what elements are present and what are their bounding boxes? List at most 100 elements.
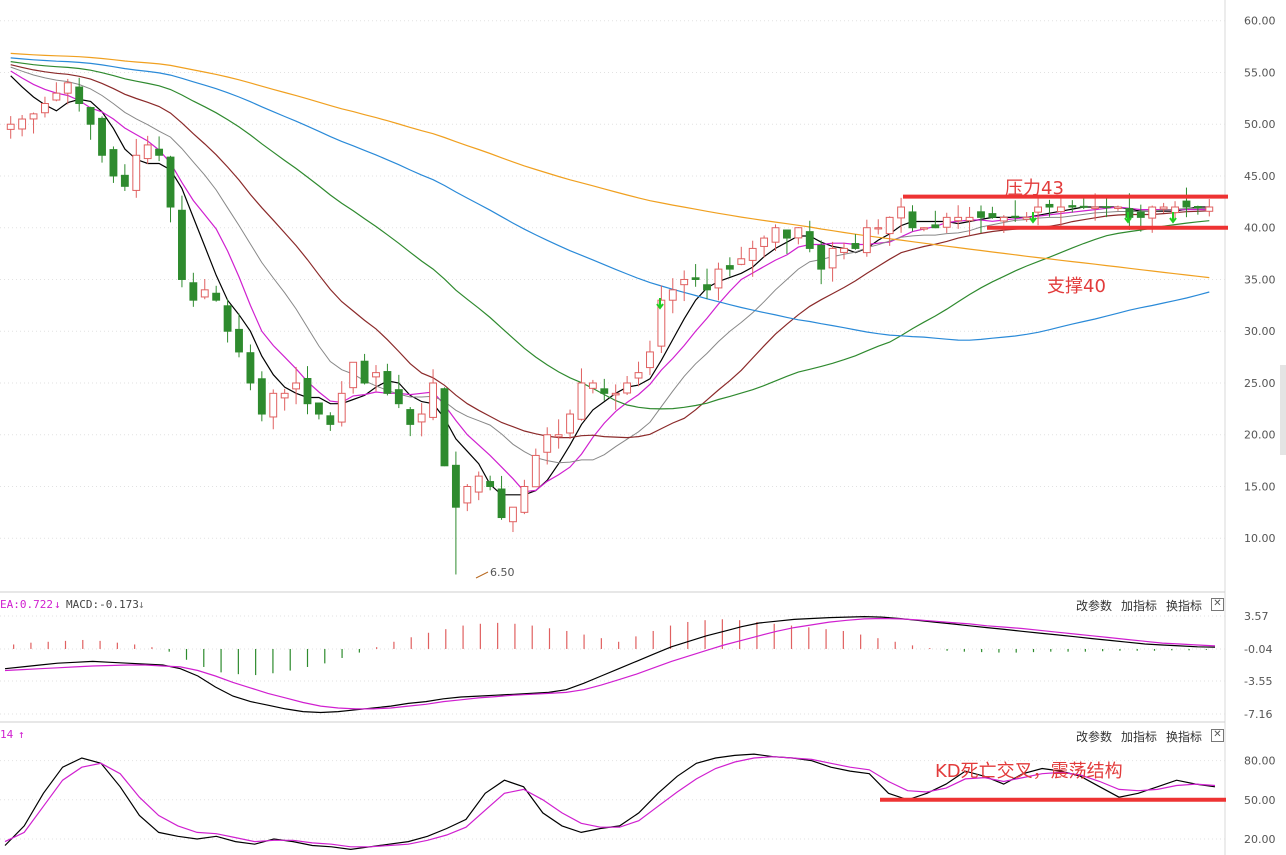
candle-body bbox=[1114, 206, 1122, 209]
candle-body bbox=[588, 382, 597, 389]
candle-body bbox=[874, 227, 883, 230]
candle-body bbox=[109, 149, 118, 177]
candle-body bbox=[509, 506, 517, 523]
candle-body bbox=[737, 258, 746, 265]
candle-body bbox=[931, 224, 940, 229]
kd-tick-label: 20.00 bbox=[1244, 833, 1276, 846]
candle-body bbox=[200, 289, 209, 298]
candle-body bbox=[292, 382, 301, 390]
candle-body bbox=[977, 211, 985, 218]
candle-body bbox=[486, 481, 495, 487]
kd-arrow-icon: ↑ bbox=[18, 728, 25, 741]
candle-body bbox=[1022, 216, 1031, 220]
candle-body bbox=[554, 434, 563, 438]
price-tick-label: 15.00 bbox=[1244, 480, 1276, 493]
candle-body bbox=[303, 378, 312, 405]
candle-body bbox=[668, 289, 677, 301]
candle-body bbox=[280, 392, 289, 399]
candle-body bbox=[394, 389, 403, 405]
macd-arrow-icon: ↓ bbox=[138, 598, 145, 611]
candle-body bbox=[520, 485, 529, 513]
candle-body bbox=[372, 372, 380, 378]
candle-body bbox=[988, 213, 997, 218]
macd-tick-label: -0.04 bbox=[1244, 643, 1272, 656]
candle-body bbox=[75, 86, 84, 105]
candle-body bbox=[41, 103, 49, 114]
candle-body bbox=[120, 174, 129, 187]
candle-body bbox=[1068, 205, 1077, 208]
price-tick-label: 50.00 bbox=[1244, 118, 1276, 131]
kd-close-icon[interactable]: ✕ bbox=[1211, 729, 1224, 742]
candle-body bbox=[634, 372, 643, 379]
candle-body bbox=[235, 328, 243, 353]
macd-tick-label: -3.55 bbox=[1244, 675, 1272, 688]
macd-add-indicator-button[interactable]: 加指标 bbox=[1121, 597, 1157, 614]
candle-body bbox=[851, 243, 860, 249]
candle-body bbox=[166, 156, 175, 208]
candle-body bbox=[178, 209, 186, 280]
price-tick-label: 45.00 bbox=[1244, 170, 1276, 183]
price-tick-label: 40.00 bbox=[1244, 222, 1276, 235]
candle-body bbox=[771, 227, 780, 243]
candle-body bbox=[862, 227, 871, 254]
candle-body bbox=[18, 118, 27, 130]
candle-body bbox=[451, 464, 460, 508]
candle-body bbox=[908, 211, 917, 229]
candle-body bbox=[725, 265, 734, 270]
macd-switch-indicator-button[interactable]: 换指标 bbox=[1166, 597, 1202, 614]
candle-body bbox=[1079, 205, 1088, 208]
kd-tick-label: 50.00 bbox=[1244, 794, 1276, 807]
candle-body bbox=[52, 92, 61, 101]
macd-tick-label: -7.16 bbox=[1244, 708, 1272, 721]
price-tick-label: 35.00 bbox=[1244, 273, 1276, 286]
kd-tick-label: 80.00 bbox=[1244, 755, 1276, 768]
candle-body bbox=[337, 392, 346, 423]
candle-body bbox=[1125, 208, 1134, 218]
candle-body bbox=[1159, 206, 1168, 210]
candle-body bbox=[691, 277, 700, 280]
candle-body bbox=[1091, 206, 1100, 209]
price-tick-label: 30.00 bbox=[1244, 325, 1276, 338]
candle-body bbox=[63, 82, 72, 94]
candle-body bbox=[1102, 206, 1111, 209]
candle-body bbox=[942, 216, 951, 228]
price-tick-label: 10.00 bbox=[1244, 532, 1276, 545]
candle-body bbox=[349, 361, 358, 389]
candle-body bbox=[383, 371, 392, 394]
candle-body bbox=[1171, 206, 1179, 214]
candle-body bbox=[840, 247, 848, 253]
candle-body bbox=[828, 247, 837, 269]
candle-body bbox=[132, 154, 141, 191]
candle-body bbox=[463, 485, 472, 504]
candle-body bbox=[1148, 206, 1157, 219]
kd-change-params-button[interactable]: 改参数 bbox=[1076, 728, 1112, 745]
dea-arrow-icon: ↓ bbox=[54, 598, 61, 611]
candle-body bbox=[6, 123, 15, 130]
candle-body bbox=[98, 117, 106, 156]
candle-body bbox=[531, 454, 540, 488]
candle-body bbox=[223, 305, 232, 332]
kd-switch-indicator-button[interactable]: 换指标 bbox=[1166, 728, 1202, 745]
candle-body bbox=[189, 282, 198, 301]
macd-tick-label: 3.57 bbox=[1244, 610, 1269, 623]
macd-change-params-button[interactable]: 改参数 bbox=[1076, 597, 1112, 614]
macd-close-icon[interactable]: ✕ bbox=[1211, 598, 1224, 611]
candle-body bbox=[212, 292, 221, 301]
candle-body bbox=[817, 244, 826, 270]
candle-body bbox=[623, 382, 632, 394]
macd-readout: MACD:-0.173 bbox=[66, 598, 139, 611]
price-tick-label: 55.00 bbox=[1244, 66, 1276, 79]
candle-body bbox=[714, 268, 723, 289]
candle-body bbox=[417, 413, 426, 423]
candle-body bbox=[805, 231, 814, 249]
candle-body bbox=[611, 392, 620, 396]
support-annotation: 支撑40 bbox=[1047, 276, 1106, 297]
candle-body bbox=[600, 388, 609, 394]
low-price-label: 6.50 bbox=[490, 566, 515, 579]
kd-annotation: KD死亡交叉，震荡结构 bbox=[935, 761, 1123, 782]
candle-body bbox=[954, 216, 963, 222]
kd-add-indicator-button[interactable]: 加指标 bbox=[1121, 728, 1157, 745]
candle-body bbox=[155, 148, 164, 156]
dea-readout: EA:0.722 bbox=[0, 598, 53, 611]
side-scroll-handle[interactable] bbox=[1280, 365, 1286, 455]
